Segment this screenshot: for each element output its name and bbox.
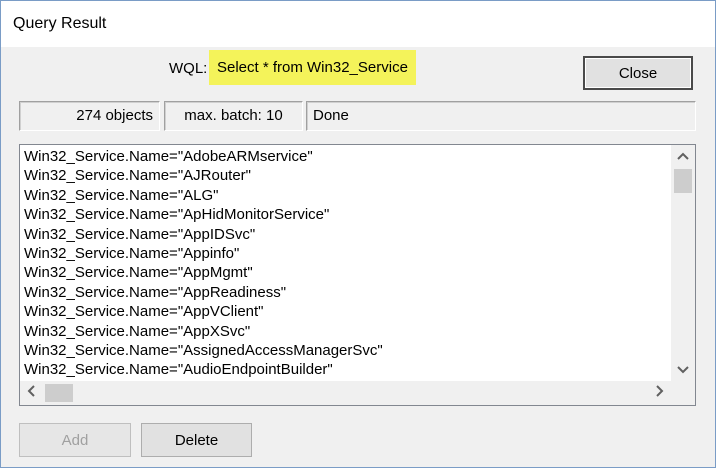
list-item[interactable]: Win32_Service.Name="AppVClient" <box>24 302 664 321</box>
vertical-scrollbar[interactable] <box>671 145 695 381</box>
list-item[interactable]: Win32_Service.Name="Appinfo" <box>24 244 664 263</box>
chevron-right-icon[interactable] <box>649 381 671 405</box>
list-item[interactable]: Win32_Service.Name="AudioEndpointBuilder… <box>24 360 664 379</box>
add-button[interactable]: Add <box>19 423 131 457</box>
status-state-text: Done <box>313 107 349 124</box>
status-object-count: 274 objects <box>19 101 160 131</box>
horizontal-scroll-thumb[interactable] <box>45 384 73 402</box>
results-rows: Win32_Service.Name="AdobeARMservice" Win… <box>24 147 664 381</box>
chevron-up-icon[interactable] <box>671 145 695 167</box>
list-item[interactable]: Win32_Service.Name="AppReadiness" <box>24 283 664 302</box>
chevron-left-icon[interactable] <box>20 381 42 405</box>
delete-button[interactable]: Delete <box>141 423 252 457</box>
object-count-text: 274 objects <box>76 107 153 124</box>
query-result-dialog: Query Result WQL: Select * from Win32_Se… <box>0 0 716 468</box>
list-item[interactable]: Win32_Service.Name="ApHidMonitorService" <box>24 205 664 224</box>
results-listbox[interactable]: Win32_Service.Name="AdobeARMservice" Win… <box>19 144 696 406</box>
chevron-down-icon[interactable] <box>671 359 695 381</box>
list-item[interactable]: Win32_Service.Name="AssignedAccessManage… <box>24 341 664 360</box>
scrollbar-corner <box>671 381 695 405</box>
horizontal-scrollbar[interactable] <box>20 381 671 405</box>
list-item[interactable]: Win32_Service.Name="ALG" <box>24 186 664 205</box>
wql-label: WQL: <box>169 60 208 77</box>
vertical-scroll-thumb[interactable] <box>674 169 692 193</box>
window-title: Query Result <box>13 15 107 32</box>
close-button[interactable]: Close <box>583 56 693 90</box>
list-item[interactable]: Win32_Service.Name="AJRouter" <box>24 166 664 185</box>
list-item[interactable]: Win32_Service.Name="AppIDSvc" <box>24 225 664 244</box>
list-item[interactable]: Win32_Service.Name="AppXSvc" <box>24 322 664 341</box>
status-state: Done <box>306 101 696 131</box>
list-item[interactable]: Win32_Service.Name="AdobeARMservice" <box>24 147 664 166</box>
max-batch-text: max. batch: 10 <box>184 107 283 124</box>
status-max-batch: max. batch: 10 <box>164 101 303 131</box>
wql-query-text: Select * from Win32_Service <box>209 50 416 85</box>
title-bar[interactable]: Query Result <box>1 1 715 47</box>
list-item[interactable]: Win32_Service.Name="AppMgmt" <box>24 263 664 282</box>
